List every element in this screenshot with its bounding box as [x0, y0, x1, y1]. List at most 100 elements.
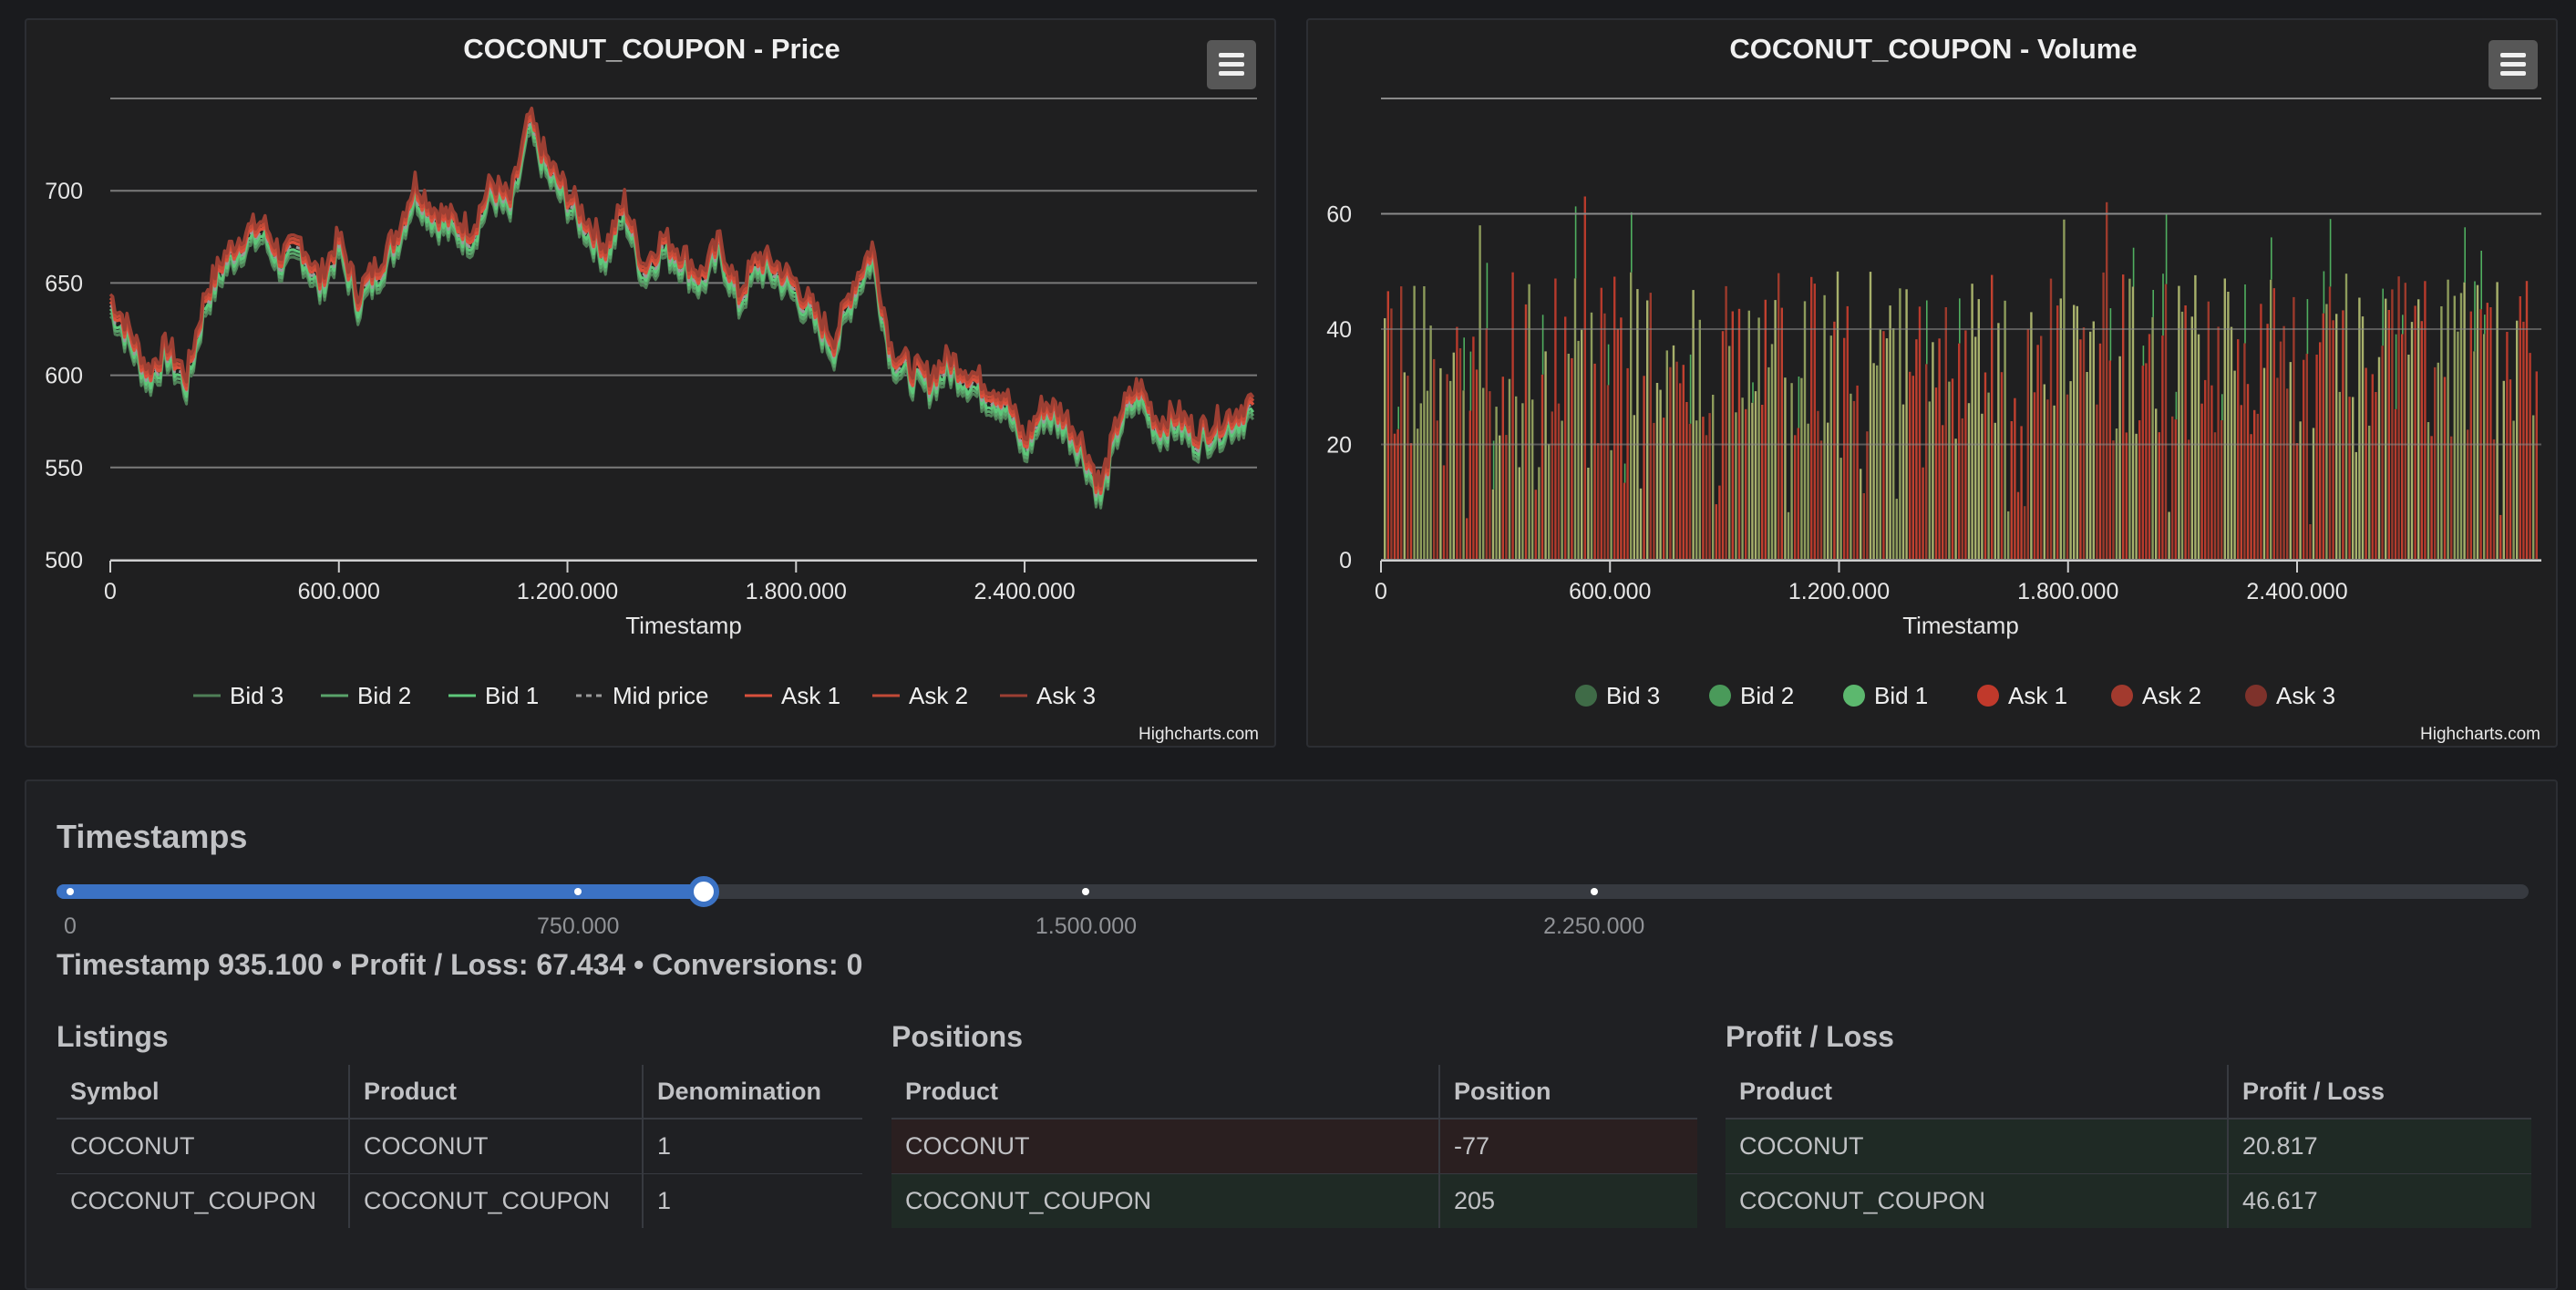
volume-bar — [1885, 338, 1889, 560]
volume-bar — [2420, 321, 2423, 560]
volume-bar — [2410, 322, 2414, 560]
y-tick-label: 500 — [45, 548, 83, 573]
volume-bar — [2102, 272, 2105, 560]
volume-bar — [1925, 364, 1928, 560]
volume-bar — [2402, 315, 2404, 335]
volume-bar — [2325, 304, 2328, 560]
volume-bar — [2394, 408, 2397, 560]
volume-bar — [2447, 279, 2449, 560]
volume-bar — [2440, 306, 2443, 560]
volume-bar — [2132, 247, 2135, 287]
volume-bar — [2033, 392, 2036, 560]
volume-bar — [1860, 469, 1862, 560]
volume-bar — [2004, 300, 2006, 560]
volume-bar — [1797, 428, 1799, 560]
volume-bar — [1852, 400, 1856, 560]
volume-bar — [2483, 334, 2486, 560]
volume-bar — [1423, 286, 1426, 560]
slider-mark — [1590, 888, 1598, 895]
volume-bar — [2476, 284, 2479, 560]
volume-bar — [2303, 359, 2305, 560]
y-tick-label: 650 — [45, 271, 83, 296]
listings-table: Symbol Product Denomination COCONUT COCO… — [57, 1065, 862, 1228]
legend-dot-icon — [2111, 685, 2133, 707]
volume-bar — [2243, 343, 2246, 560]
volume-bar — [2315, 355, 2318, 560]
volume-bar — [1452, 352, 1455, 560]
listings-header-symbol: Symbol — [57, 1065, 349, 1120]
volume-bar — [1856, 385, 1859, 560]
table-cell: 205 — [1438, 1173, 1697, 1228]
legend-item: Bid 3 — [193, 682, 283, 709]
volume-bar — [2158, 432, 2160, 560]
volume-bar — [1439, 367, 1442, 560]
volume-bar — [2151, 316, 2154, 560]
volume-bar — [1466, 518, 1468, 560]
volume-bar — [1479, 225, 1481, 560]
positions-header-product: Product — [891, 1065, 1439, 1120]
volume-bar — [1499, 435, 1501, 560]
volume-bar — [1482, 387, 1485, 560]
slider-thumb[interactable] — [687, 876, 719, 907]
volume-bar — [1659, 389, 1662, 560]
volume-bar — [1571, 357, 1573, 560]
volume-bar — [1702, 417, 1705, 560]
legend-item: Ask 2 — [872, 682, 968, 709]
volume-bar — [2489, 307, 2492, 560]
x-axis-title: Timestamp — [1902, 612, 2019, 639]
volume-bar — [2335, 314, 2338, 560]
volume-bar — [1810, 276, 1813, 560]
volume-bar — [2233, 370, 2236, 560]
volume-bar — [1679, 383, 1682, 560]
legend-label: Bid 3 — [1606, 682, 1660, 709]
volume-bar — [1721, 331, 1725, 560]
volume-bar — [1557, 403, 1561, 560]
volume-bar — [1751, 402, 1754, 560]
volume-bar — [2040, 335, 2043, 560]
volume-bar — [1567, 354, 1570, 560]
slider-mark — [1082, 888, 1090, 895]
volume-bar — [2180, 311, 2184, 560]
volume-chart-menu-button[interactable] — [2488, 40, 2538, 89]
volume-bar — [1606, 385, 1610, 560]
volume-bar — [1764, 299, 1767, 560]
legend-dot-icon — [1843, 685, 1865, 707]
volume-bar — [1541, 315, 1544, 375]
volume-bar — [2036, 345, 2039, 560]
volume-bar — [1790, 383, 1793, 560]
price-chart-menu-button[interactable] — [1207, 40, 1256, 89]
x-tick-label: 2.400.000 — [974, 579, 1075, 604]
volume-bar — [2250, 434, 2252, 560]
timestamp-slider[interactable] — [57, 876, 2529, 907]
volume-bar — [1747, 310, 1750, 560]
volume-bar — [1731, 311, 1734, 560]
volume-bar — [1623, 482, 1626, 560]
legend-label: Ask 2 — [2142, 682, 2201, 709]
table-cell: COCONUT — [1726, 1118, 2228, 1174]
volume-bar — [1544, 351, 1547, 560]
volume-bar — [2046, 399, 2049, 560]
volume-bar — [2382, 288, 2384, 346]
legend-dot-icon — [1977, 685, 1999, 707]
volume-bar — [2276, 377, 2279, 560]
volume-bar — [1607, 344, 1610, 386]
volume-bar — [2496, 282, 2499, 560]
legend-label: Ask 1 — [781, 682, 840, 709]
volume-bar — [1741, 397, 1744, 560]
volume-bar — [2473, 351, 2476, 560]
table-cell: -77 — [1438, 1118, 1697, 1174]
x-tick-label: 1.800.000 — [746, 579, 847, 604]
volume-bar — [1436, 420, 1438, 560]
profit-loss-header-product: Product — [1726, 1065, 2228, 1120]
slider-mark-label: 1.500.000 — [1035, 913, 1138, 939]
volume-bar — [1633, 415, 1635, 560]
volume-bar — [1839, 458, 1842, 560]
volume-bar — [1761, 405, 1764, 560]
volume-bar — [2512, 420, 2515, 560]
volume-bar — [2279, 341, 2282, 560]
volume-bar — [2492, 439, 2496, 560]
volume-bar — [1495, 407, 1498, 560]
volume-bar — [1882, 331, 1885, 560]
listings-header-denomination: Denomination — [642, 1065, 862, 1120]
volume-bar — [1446, 374, 1448, 560]
